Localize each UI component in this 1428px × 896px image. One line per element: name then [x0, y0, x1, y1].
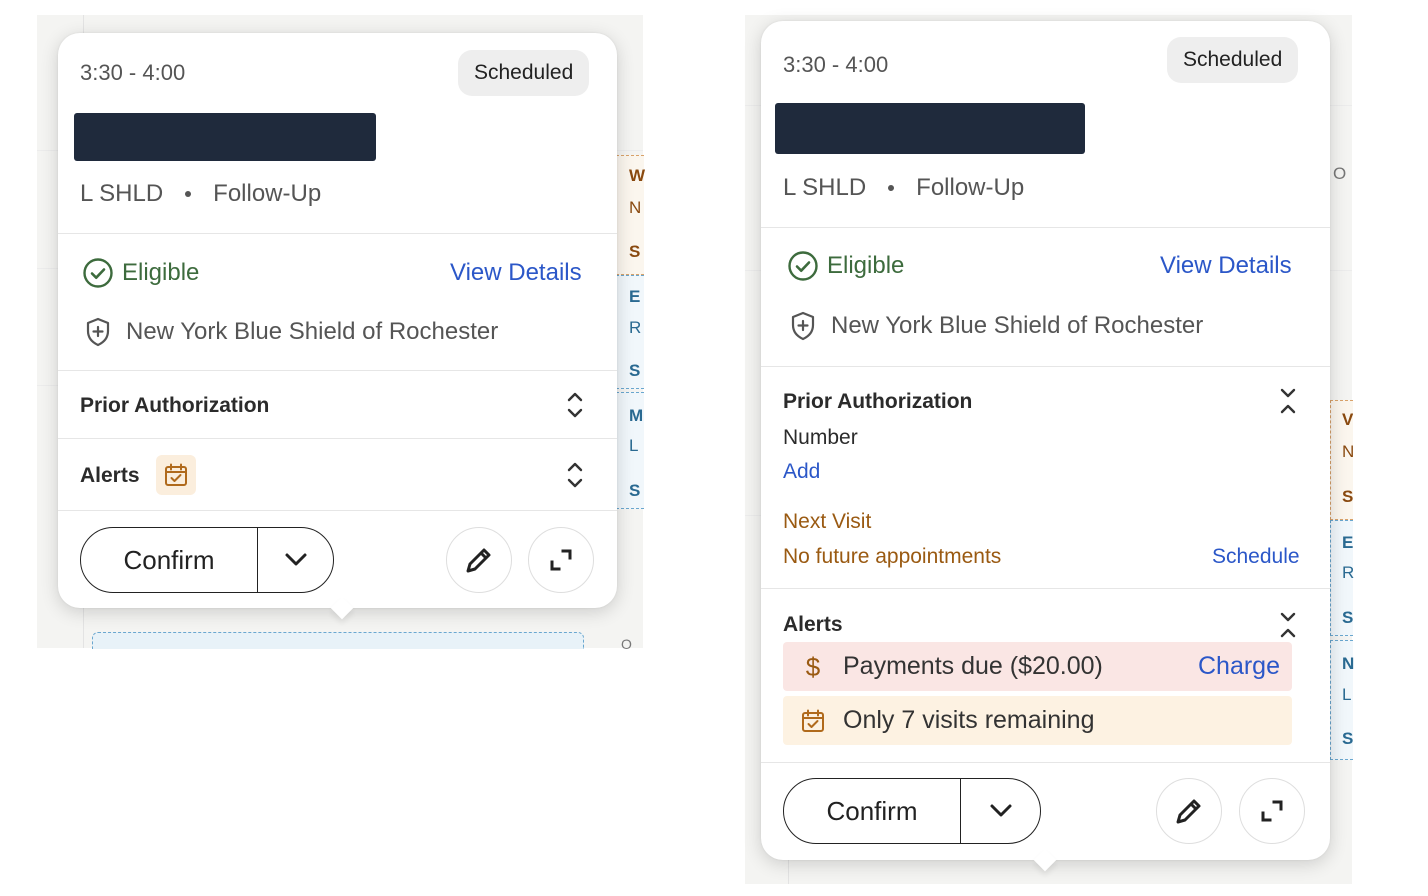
dollar-icon: $ — [806, 652, 821, 682]
payment-due-alert: $ Payments due ($20.00) Charge — [783, 642, 1292, 691]
payment-due-text: Payments due ($20.00) — [843, 652, 1103, 680]
eligibility-status: Eligible — [787, 250, 904, 282]
calendar-check-icon — [802, 709, 824, 732]
bg-event-fragment: V — [1342, 410, 1354, 429]
chevron-down-icon — [990, 804, 1011, 817]
view-details-link[interactable]: View Details — [1160, 252, 1292, 280]
status-badge: Scheduled — [458, 50, 590, 96]
separator-dot — [185, 191, 192, 197]
shield-plus-icon — [86, 317, 110, 347]
prior-authorization-title[interactable]: Prior Authorization — [783, 390, 972, 414]
bg-event-fragment: W — [629, 166, 646, 185]
bg-event-fragment: S — [629, 481, 641, 500]
alerts-title[interactable]: Alerts — [80, 464, 140, 488]
bg-event-fragment: S — [629, 361, 641, 380]
edit-button[interactable] — [446, 527, 512, 593]
bg-event-fragment: R — [629, 318, 642, 337]
appointment-popover-collapsed: 3:30 - 4:00 Scheduled L SHLD Follow-Up E… — [58, 33, 617, 620]
charge-link[interactable]: Charge — [1198, 652, 1280, 681]
appointment-subline: L SHLD Follow-Up — [783, 174, 1024, 202]
schedule-link[interactable]: Schedule — [1212, 545, 1300, 569]
redacted-patient-name — [74, 113, 376, 161]
view-details-link[interactable]: View Details — [450, 259, 582, 287]
confirm-split-button: Confirm — [80, 527, 334, 593]
expand-icon — [1261, 800, 1283, 822]
expand-button[interactable] — [1239, 778, 1305, 844]
visit-type-label: Follow-Up — [916, 174, 1025, 201]
eligibility-label: Eligible — [122, 259, 200, 286]
check-circle-icon — [83, 258, 113, 288]
pencil-icon — [1176, 799, 1201, 824]
confirm-dropdown-button[interactable] — [258, 528, 333, 592]
bg-event-fragment: N — [1342, 654, 1355, 673]
bg-event-fragment: N — [1342, 442, 1355, 461]
bg-event-fragment: L — [1342, 685, 1352, 704]
alert-badge — [156, 455, 196, 495]
visit-type-label: Follow-Up — [213, 180, 322, 207]
collapse-chevrons-icon[interactable] — [1278, 609, 1298, 641]
next-visit-label: Next Visit — [783, 510, 872, 533]
confirm-split-button: Confirm — [783, 778, 1041, 844]
confirm-dropdown-button[interactable] — [961, 779, 1040, 843]
check-circle-icon — [788, 251, 818, 281]
svg-text:$: $ — [806, 652, 821, 682]
redacted-patient-name — [775, 103, 1085, 154]
bg-event-fragment: M — [629, 406, 644, 425]
body-part-label: L SHLD — [783, 174, 867, 201]
appointment-subline: L SHLD Follow-Up — [80, 180, 321, 208]
auth-number-label: Number — [783, 426, 858, 449]
bg-event-fragment: S — [1342, 608, 1354, 627]
collapse-chevrons-icon[interactable] — [1278, 385, 1298, 417]
bg-event-fragment: O — [1333, 164, 1347, 183]
status-badge: Scheduled — [1167, 37, 1299, 83]
appointment-time: 3:30 - 4:00 — [783, 52, 889, 77]
visits-remaining-text: Only 7 visits remaining — [843, 706, 1095, 734]
separator-dot — [888, 185, 895, 191]
bg-event-fragment: L — [629, 436, 639, 455]
bg-event-fragment: S — [1342, 729, 1354, 748]
bg-event-fragment: N — [629, 198, 642, 217]
expand-button[interactable] — [528, 527, 594, 593]
expand-chevrons-icon[interactable] — [565, 389, 585, 421]
bg-event-fragment: R — [1342, 563, 1355, 582]
confirm-button[interactable]: Confirm — [784, 779, 961, 843]
bg-event-fragment: S — [629, 242, 641, 261]
appointment-time: 3:30 - 4:00 — [80, 60, 186, 85]
expand-chevrons-icon[interactable] — [565, 459, 585, 491]
payer-name: New York Blue Shield of Rochester — [831, 312, 1204, 339]
prior-authorization-title[interactable]: Prior Authorization — [80, 394, 269, 418]
eligibility-label: Eligible — [827, 252, 905, 279]
add-auth-number-link[interactable]: Add — [783, 460, 820, 484]
visits-remaining-alert: Only 7 visits remaining — [783, 696, 1292, 745]
bg-event-fragment: E — [629, 287, 641, 306]
body-part-label: L SHLD — [80, 180, 164, 207]
edit-button[interactable] — [1156, 778, 1222, 844]
bg-event-fragment: O — [621, 636, 632, 652]
appointment-popover-expanded: 3:30 - 4:00 Scheduled L SHLD Follow-Up E… — [761, 21, 1330, 872]
pencil-icon — [466, 548, 491, 573]
shield-plus-icon — [791, 311, 815, 341]
bg-event-fragment: E — [1342, 533, 1354, 552]
payer-name: New York Blue Shield of Rochester — [126, 318, 499, 345]
insurance-payer: New York Blue Shield of Rochester — [789, 311, 1203, 341]
eligibility-status: Eligible — [82, 257, 199, 289]
chevron-down-icon — [285, 553, 306, 566]
next-visit-value: No future appointments — [783, 545, 1002, 568]
confirm-button[interactable]: Confirm — [81, 528, 258, 592]
bg-event-fragment: S — [1342, 487, 1354, 506]
insurance-payer: New York Blue Shield of Rochester — [84, 317, 498, 347]
expand-icon — [550, 549, 572, 571]
alerts-title[interactable]: Alerts — [783, 613, 843, 637]
calendar-check-icon — [165, 463, 187, 486]
